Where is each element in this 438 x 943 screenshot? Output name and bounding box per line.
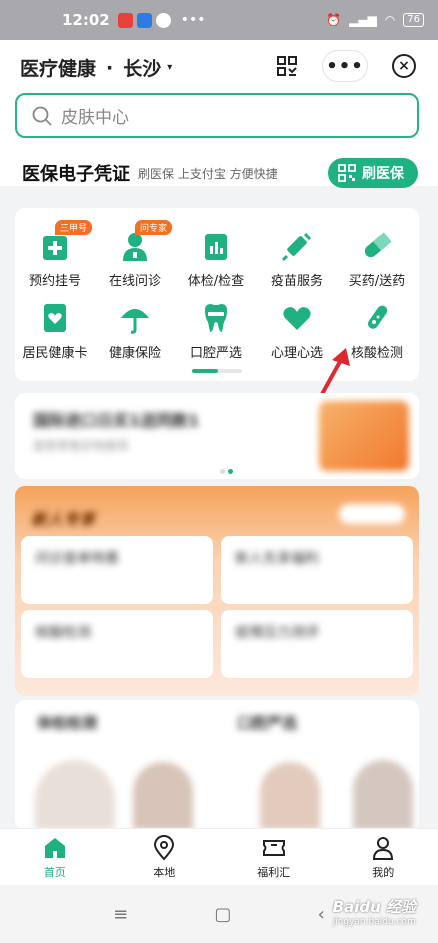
service-vaccine[interactable]: 疫苗服务 (257, 228, 337, 289)
scan-icon[interactable] (276, 55, 298, 77)
doctor-photo (353, 760, 413, 830)
insurance-row: 医保电子凭证 刷医保 上支付宝 方便快捷 刷医保 (22, 158, 418, 188)
vaccine-icon (281, 232, 312, 262)
more-options-button[interactable]: ••• (322, 50, 368, 82)
battery-icon: 76 (403, 13, 424, 27)
pill-icon (364, 232, 392, 258)
insurance-subtitle: 刷医保 上支付宝 方便快捷 (138, 166, 278, 181)
promo-banner[interactable]: 国际进口日买1送同款1 度假零售好物推荐 (15, 393, 419, 479)
service-insurance[interactable]: 健康保险 (95, 300, 175, 361)
search-placeholder: 皮肤中心 (61, 108, 129, 128)
banner-title: 国际进口日买1送同款1 (33, 411, 200, 430)
service-health-card[interactable]: 居民健康卡 (15, 300, 95, 361)
search-input[interactable]: 皮肤中心 (15, 93, 419, 138)
promo-card[interactable]: 核酸检测 (21, 610, 213, 678)
tab-home[interactable]: 首页 (0, 829, 110, 885)
banner-image (319, 401, 409, 471)
ticket-icon (262, 839, 285, 856)
health-card-icon (44, 304, 66, 332)
promo-card[interactable]: 疫情压力测评 (221, 610, 413, 678)
service-tag: 问专家 (135, 220, 173, 235)
promo-card-title: 核酸检测 (35, 625, 91, 641)
tab-welfare[interactable]: 福利汇 (219, 829, 329, 885)
back-nav-icon[interactable]: ‹ (318, 904, 325, 925)
service-tag: 三甲号 (55, 220, 93, 235)
promo-title: 新人专享 (31, 510, 96, 529)
recommend-right-title: 口腔严选 (237, 714, 298, 732)
signal-icon: ▂▄▆ (349, 13, 377, 27)
service-label: 预约挂号 (28, 274, 81, 289)
doctor-photo (133, 762, 193, 830)
recommend-left-title: 体检检测 (37, 714, 98, 732)
service-dental[interactable]: 口腔严选 (176, 300, 256, 361)
service-medicine[interactable]: 买药/送药 (337, 228, 417, 289)
status-bar: 12:02 ••• ⏰ ▂▄▆ ◠ 76 (0, 0, 438, 40)
tab-mine[interactable]: 我的 (329, 829, 438, 885)
header: 医疗健康 · 长沙 ▾ ••• × 皮肤中心 医保电子凭证 刷医保 上支付宝 方… (0, 40, 438, 188)
new-user-promo-section: 新人专享 问诊首单特惠 新人先享福利 核酸检测 疫情压力测评 (15, 486, 419, 696)
doctor-photo (260, 762, 320, 830)
tab-label: 首页 (43, 865, 66, 879)
bottom-tab-bar: 首页 本地 福利汇 我的 (0, 828, 438, 885)
title-separator: · (106, 56, 114, 79)
city-selector[interactable]: 长沙 (123, 54, 161, 81)
promo-card-title: 新人先享福利 (235, 551, 319, 567)
service-label: 买药/送药 (348, 274, 406, 289)
promo-card-title: 疫情压力测评 (235, 625, 319, 641)
swipe-insurance-button[interactable]: 刷医保 (328, 158, 418, 188)
page-title-row: 医疗健康 · 长沙 ▾ (20, 54, 172, 81)
tab-label: 本地 (153, 865, 176, 879)
page-title: 医疗健康 (20, 58, 97, 80)
tab-label: 我的 (372, 865, 395, 879)
promo-card[interactable]: 问诊首单特惠 (21, 536, 213, 604)
insurance-title: 医保电子凭证 (22, 164, 130, 185)
promo-more-button[interactable] (339, 504, 405, 524)
service-label: 体检/检查 (187, 274, 245, 289)
swipe-insurance-label: 刷医保 (362, 166, 404, 182)
banner-dots (220, 459, 244, 474)
service-appointment[interactable]: 三甲号 预约挂号 (15, 220, 95, 289)
service-checkup[interactable]: 体检/检查 (176, 228, 256, 289)
baidu-watermark: Baidu 经验 jingyan.baidu.com (333, 896, 416, 927)
more-notifications-icon: ••• (180, 12, 206, 28)
status-time: 12:02 (62, 11, 110, 29)
home-icon (44, 837, 65, 858)
app-notification-icon-3 (155, 12, 171, 28)
test-tube-icon (367, 305, 388, 329)
page-indicator (192, 369, 242, 373)
caret-down-icon[interactable]: ▾ (167, 62, 172, 73)
tooth-icon (205, 304, 227, 332)
checkup-icon (205, 234, 227, 260)
recommend-section: 体检检测 口腔严选 (15, 700, 419, 830)
watermark-url: jingyan.baidu.com (332, 917, 416, 927)
person-icon (373, 836, 394, 860)
app-notification-icon-2 (136, 12, 152, 28)
home-nav-icon[interactable]: ▢ (214, 904, 231, 925)
service-label: 口腔严选 (189, 346, 242, 361)
location-pin-icon (154, 834, 175, 860)
tab-local[interactable]: 本地 (110, 829, 220, 885)
service-label: 在线问诊 (108, 274, 161, 289)
service-label: 健康保险 (108, 346, 161, 361)
search-icon (32, 106, 52, 126)
tab-label: 福利汇 (257, 865, 291, 879)
menu-nav-icon[interactable]: ≡ (113, 904, 128, 925)
app-notification-icon (117, 12, 133, 28)
promo-card-title: 问诊首单特惠 (35, 551, 119, 567)
heart-icon (283, 307, 311, 330)
banner-subtitle: 度假零售好物推荐 (33, 439, 130, 453)
service-online-consult[interactable]: 问专家 在线问诊 (95, 220, 175, 289)
close-button[interactable]: × (392, 54, 416, 78)
service-label: 居民健康卡 (22, 346, 88, 361)
umbrella-icon (121, 309, 149, 334)
service-label: 疫苗服务 (270, 274, 323, 289)
watermark-brand: Baidu 经验 (332, 898, 416, 916)
qr-code-icon (338, 164, 356, 182)
promo-card[interactable]: 新人先享福利 (221, 536, 413, 604)
doctor-photo (35, 760, 115, 830)
alarm-icon: ⏰ (326, 13, 342, 27)
wifi-icon: ◠ (384, 13, 396, 27)
